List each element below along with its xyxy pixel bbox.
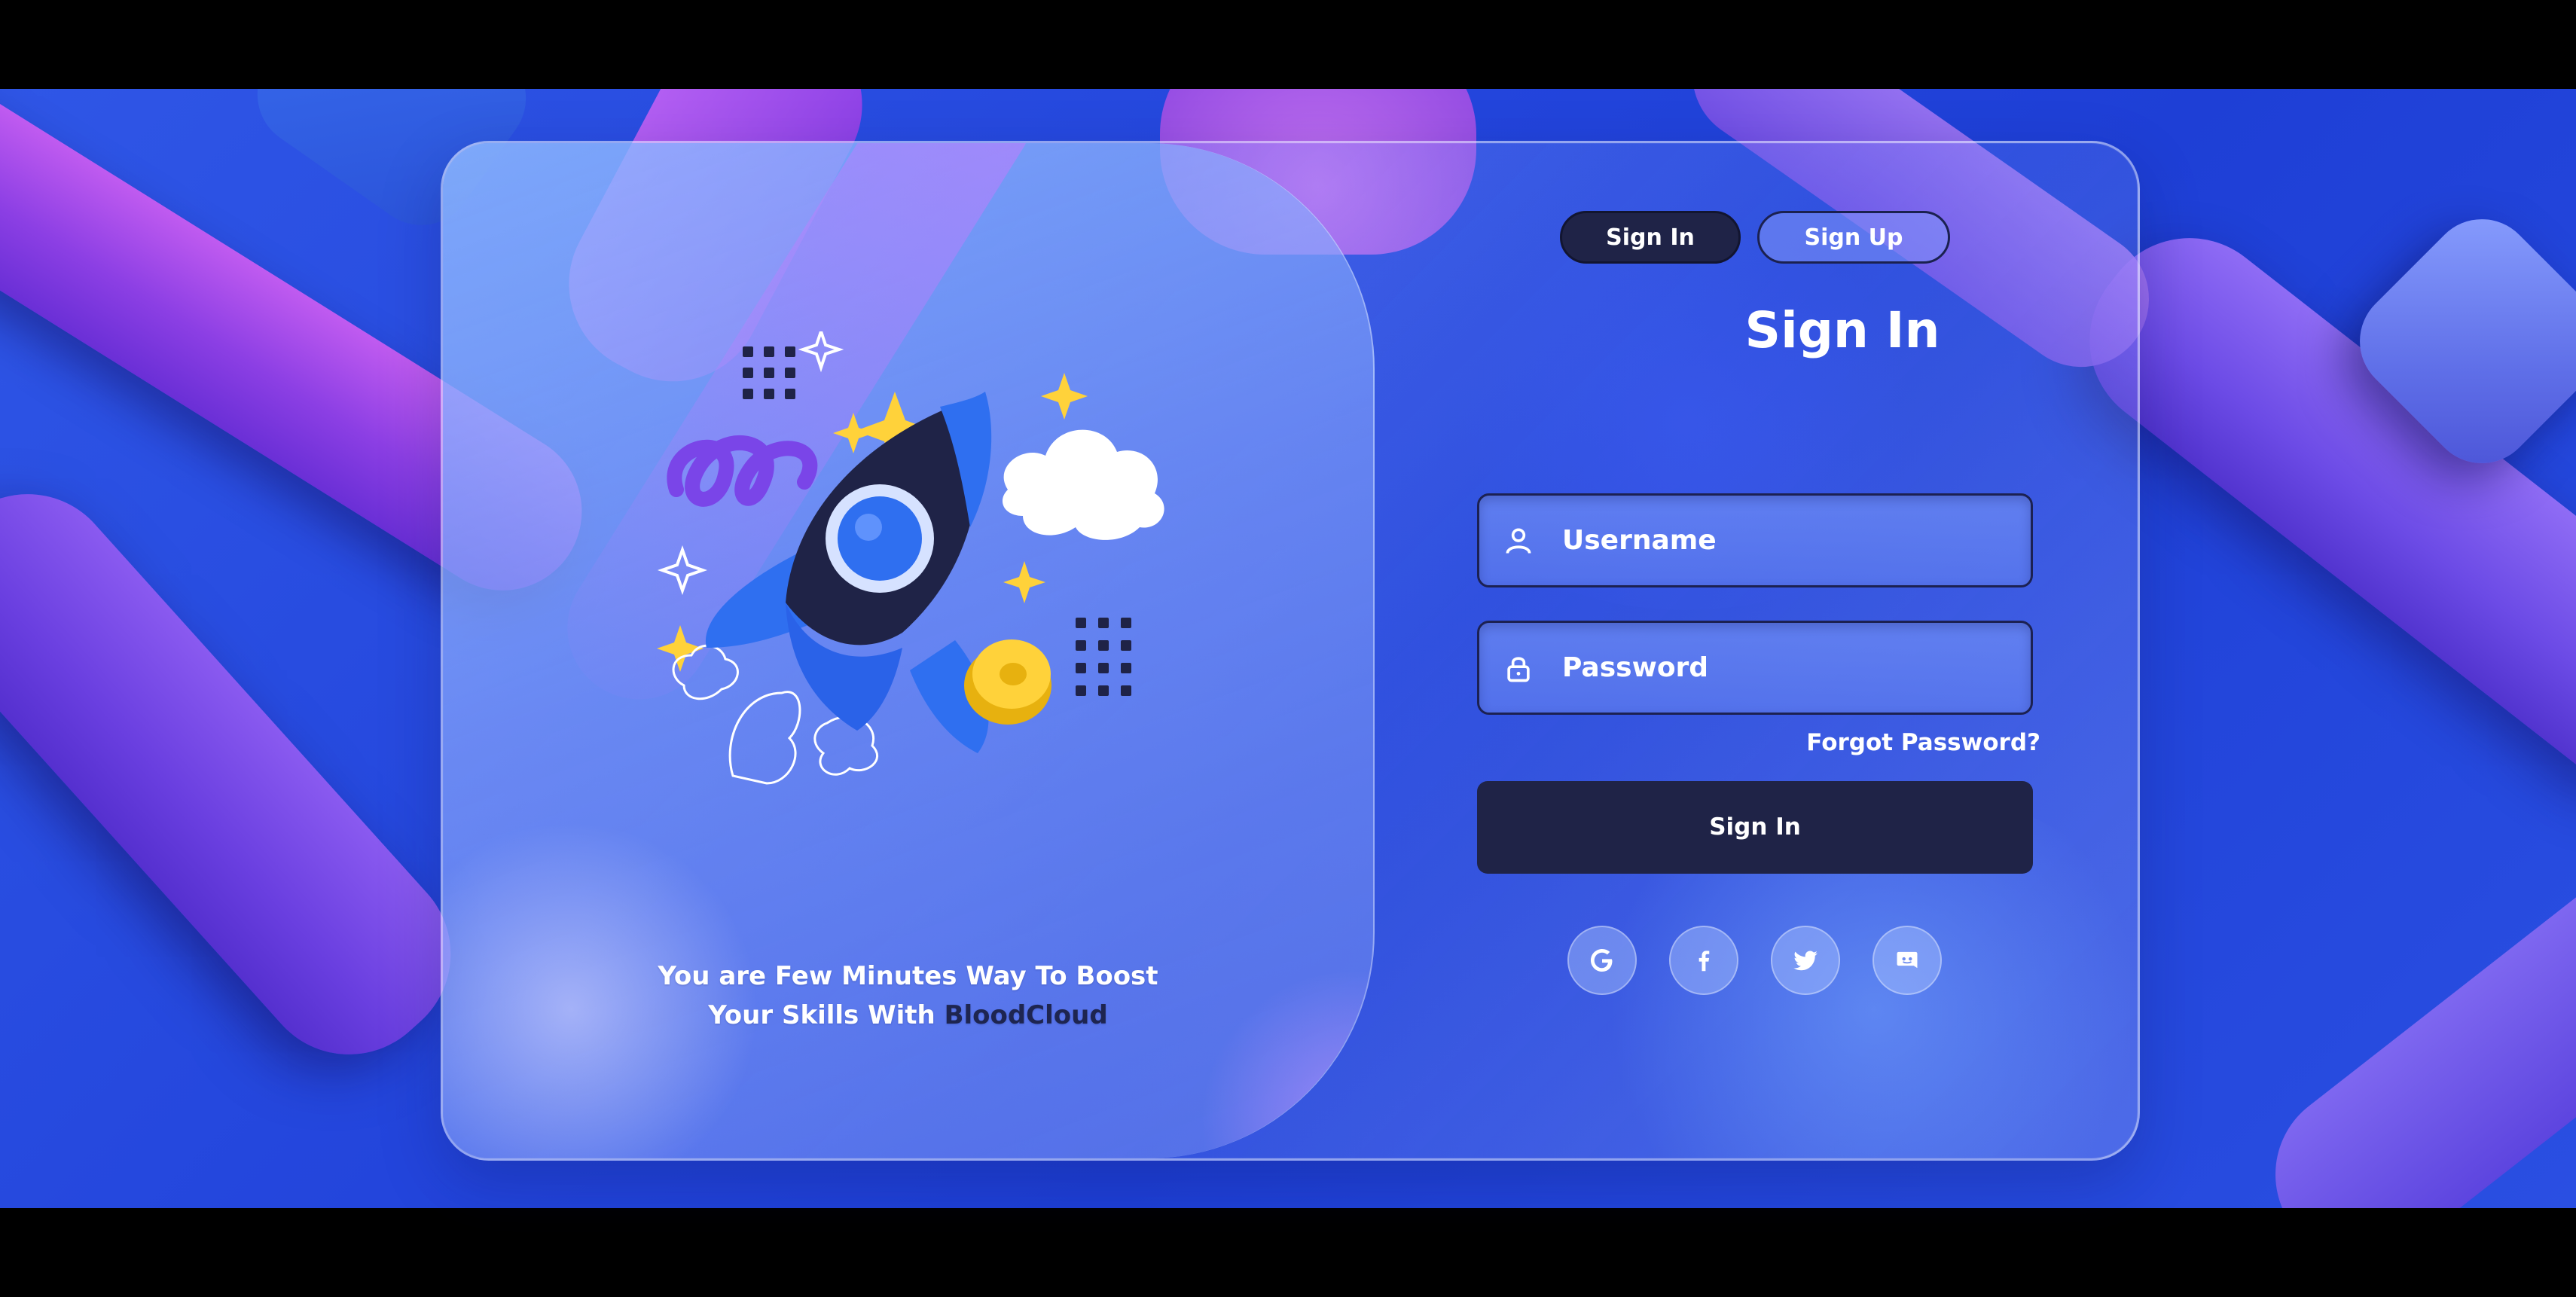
login-card: You are Few Minutes Way To Boost Your Sk… [441,141,2140,1161]
rocket-illustration [657,331,1164,785]
password-placeholder: Password [1562,652,1709,683]
tagline-line2: Your Skills With BloodCloud [443,996,1373,1035]
twitter-login-button[interactable] [1771,926,1840,995]
dot-grid-icon [743,346,795,399]
decor-tube [0,456,488,1092]
twitter-icon [1793,951,1818,971]
brand-name: BloodCloud [944,1000,1108,1030]
forgot-password-link[interactable]: Forgot Password? [1806,729,2040,756]
user-icon [1506,528,1531,554]
username-placeholder: Username [1562,525,1717,556]
facebook-login-button[interactable] [1669,926,1738,995]
password-field[interactable]: Password [1477,621,2033,715]
tagline-line2-prefix: Your Skills With [708,1000,945,1030]
cloud-icon [1002,429,1164,540]
google-login-button[interactable] [1567,926,1637,995]
tab-sign-in[interactable]: Sign In [1560,211,1741,264]
tagline-line1: You are Few Minutes Way To Boost [658,961,1158,991]
tab-sign-up[interactable]: Sign Up [1757,211,1950,264]
decor-tube [2240,742,2576,1208]
lock-icon [1507,657,1530,682]
tagline: You are Few Minutes Way To Boost Your Sk… [443,957,1373,1035]
username-field[interactable]: Username [1477,493,2033,587]
illustration-panel: You are Few Minutes Way To Boost Your Sk… [443,143,1375,1158]
coin-icon [964,639,1051,725]
discord-login-button[interactable] [1872,926,1942,995]
dot-grid-icon [1076,618,1131,696]
squiggle-icon [667,435,818,507]
discord-icon [1897,951,1918,969]
facebook-icon [1699,951,1710,972]
form-title: Sign In [1744,301,1940,359]
google-icon [1590,948,1613,972]
sign-in-button[interactable]: Sign In [1477,781,2033,874]
